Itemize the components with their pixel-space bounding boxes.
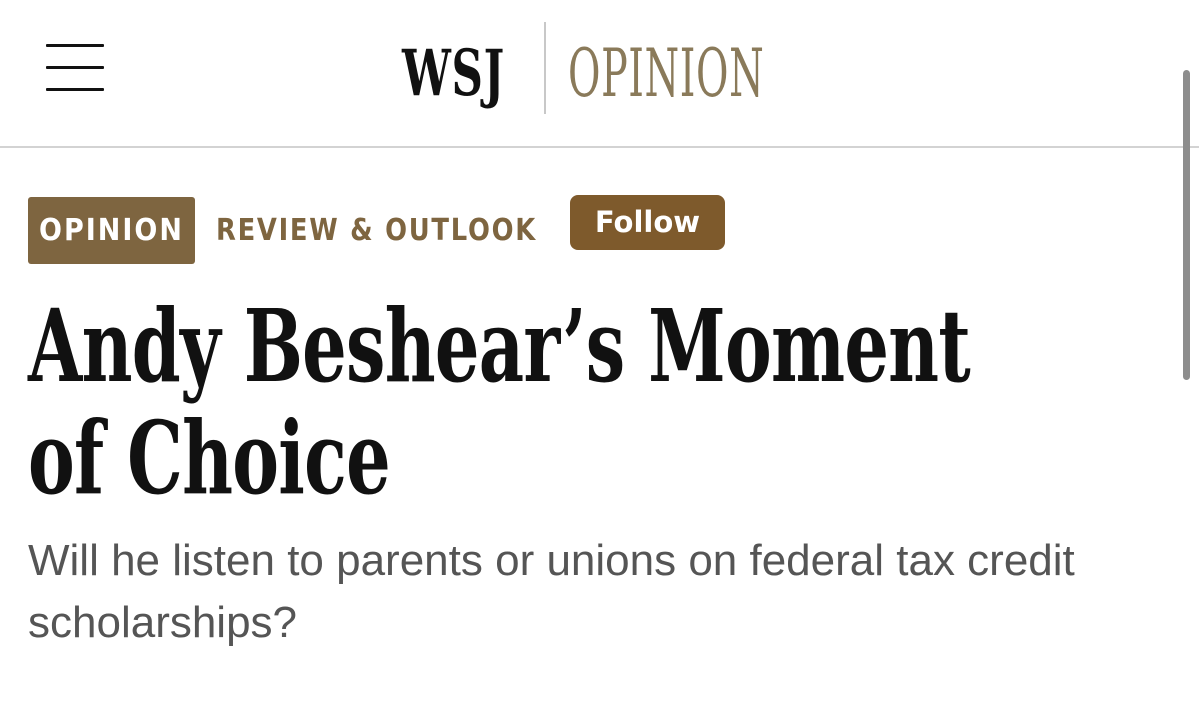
scrollbar[interactable] bbox=[1183, 70, 1190, 380]
follow-button[interactable]: Follow bbox=[570, 195, 725, 250]
menu-line bbox=[46, 88, 104, 91]
logo-section: OPINION bbox=[568, 35, 765, 112]
article-tags: OPINION REVIEW & OUTLOOK Follow bbox=[28, 195, 748, 265]
hamburger-menu-icon[interactable] bbox=[46, 44, 104, 92]
menu-line bbox=[46, 66, 104, 69]
article-subheadline: Will he listen to parents or unions on f… bbox=[28, 536, 1075, 647]
opinion-section-tag[interactable]: OPINION bbox=[28, 197, 195, 264]
article-headline: Andy Beshear’s Moment of Choice bbox=[28, 287, 971, 517]
logo-divider bbox=[544, 22, 546, 114]
logo-brand: WSJ bbox=[402, 36, 505, 111]
review-outlook-link[interactable]: REVIEW & OUTLOOK bbox=[216, 197, 537, 264]
menu-line bbox=[46, 44, 104, 47]
top-header: WSJ OPINION bbox=[0, 0, 1199, 148]
wsj-opinion-logo[interactable]: WSJ OPINION bbox=[402, 20, 842, 116]
